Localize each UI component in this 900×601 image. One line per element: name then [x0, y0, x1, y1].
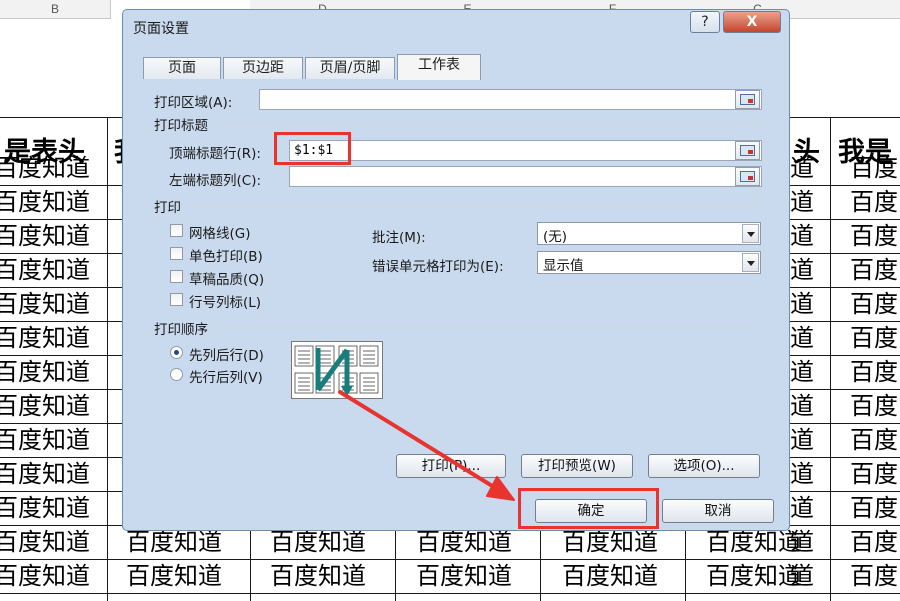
annotation-arrow [338, 390, 515, 501]
tab-sheet[interactable]: 工作表 [397, 54, 481, 80]
